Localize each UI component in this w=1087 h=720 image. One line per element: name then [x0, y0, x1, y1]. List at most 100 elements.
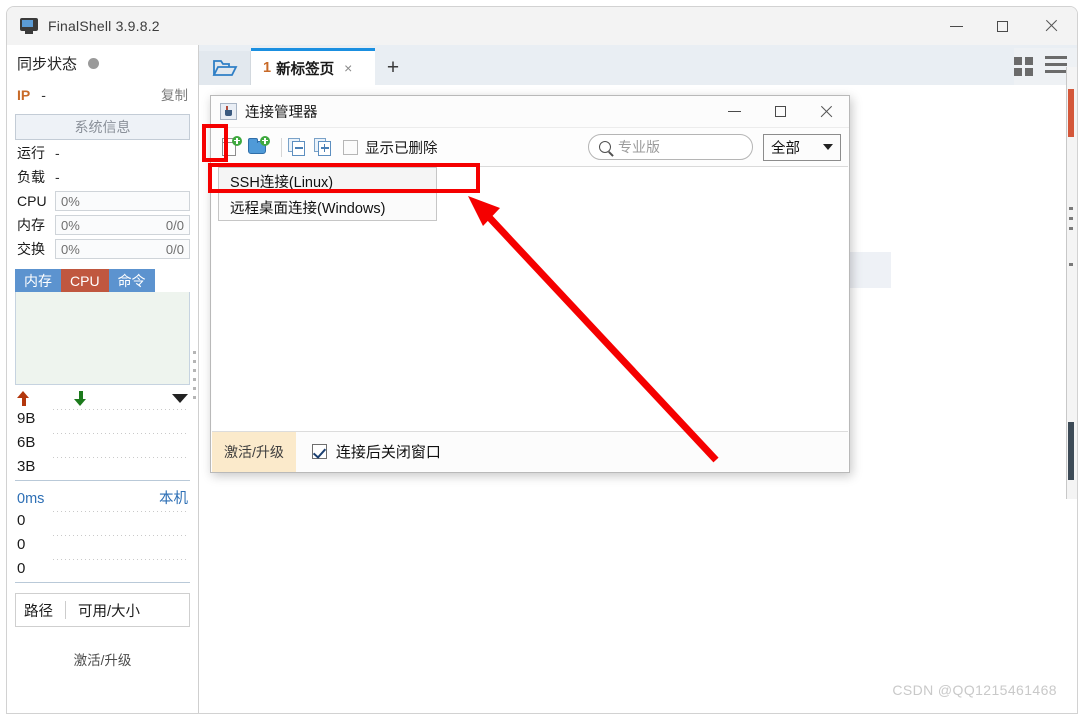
- screenshot-root: FinalShell 3.9.8.2 同步状态 IP - 复制 系统信息 运行 …: [0, 0, 1087, 720]
- load-value: -: [55, 169, 60, 185]
- tab-close-icon[interactable]: ×: [344, 60, 352, 76]
- collapse-all-icon[interactable]: [288, 137, 307, 157]
- new-folder-icon[interactable]: [247, 135, 270, 159]
- maximize-button[interactable]: [979, 7, 1025, 45]
- gridline: [53, 457, 188, 458]
- chevron-down-icon[interactable]: [172, 394, 188, 403]
- left-sidebar: 同步状态 IP - 复制 系统信息 运行 - 负载 - CPU 0% 内存 0%…: [7, 45, 199, 713]
- expand-all-icon[interactable]: [314, 137, 333, 157]
- tab-command[interactable]: 命令: [108, 269, 155, 292]
- stat-row-load: 负载 -: [7, 164, 198, 188]
- hamburger-menu-icon[interactable]: [1045, 56, 1067, 77]
- connection-manager-dialog: 连接管理器 显示已删除 专业版 全部 SSH连接(Linux) 远程桌面连接(W…: [210, 95, 850, 473]
- memory-label: 内存: [17, 217, 45, 233]
- ip-row: IP - 复制: [7, 78, 198, 108]
- close-button[interactable]: [1025, 7, 1077, 45]
- ip-label: IP: [17, 87, 31, 103]
- search-icon: [599, 141, 611, 153]
- dialog-close-button[interactable]: [803, 96, 849, 128]
- latency-header: 0ms 本机: [7, 481, 198, 508]
- uptime-value: -: [55, 145, 60, 161]
- divider: [281, 137, 282, 157]
- process-list[interactable]: [15, 292, 190, 385]
- tab-label: 新标签页: [276, 61, 335, 78]
- new-connection-menu: SSH连接(Linux) 远程桌面连接(Windows): [218, 167, 437, 221]
- memory-total-value: 0/0: [165, 217, 184, 233]
- new-file-icon[interactable]: [219, 135, 242, 159]
- dialog-toolbar: 显示已删除 专业版 全部: [211, 128, 849, 166]
- java-icon: [220, 103, 237, 120]
- connection-list-area[interactable]: SSH连接(Linux) 远程桌面连接(Windows): [212, 166, 848, 431]
- latency-axis-label-2: 0: [17, 535, 26, 553]
- dialog-title: 连接管理器: [245, 105, 318, 121]
- tab-new-page[interactable]: 1 新标签页 ×: [251, 48, 375, 85]
- watermark: CSDN @QQ1215461468: [892, 682, 1057, 698]
- background-window-sliver: [1066, 67, 1077, 499]
- activate-upgrade-button[interactable]: 激活/升级: [212, 431, 296, 472]
- finalshell-main-window: FinalShell 3.9.8.2 同步状态 IP - 复制 系统信息 运行 …: [6, 6, 1078, 714]
- gridline: [53, 511, 188, 512]
- net-axis-label-1: 9B: [17, 409, 36, 427]
- app-titlebar: FinalShell 3.9.8.2: [7, 7, 1077, 45]
- window-controls: [933, 7, 1077, 45]
- cpu-usage-field: 0%: [55, 191, 190, 211]
- copy-ip-button[interactable]: 复制: [161, 84, 188, 104]
- open-folder-icon[interactable]: [199, 51, 251, 85]
- stat-row-cpu: CPU 0%: [7, 188, 198, 212]
- graph-axis-row: 0: [15, 508, 190, 532]
- show-deleted-label: 显示已删除: [365, 140, 438, 157]
- sidebar-resize-handle[interactable]: [192, 345, 197, 435]
- grid-layout-icon[interactable]: [1014, 57, 1033, 76]
- gridline: [53, 535, 188, 536]
- dialog-window-controls: [711, 96, 849, 128]
- graph-axis-row: 0: [15, 556, 190, 580]
- cpu-usage-value: 0%: [61, 193, 80, 209]
- tab-number: 1: [263, 60, 272, 76]
- latency-axis-label-3: 0: [17, 559, 26, 577]
- stat-row-memory: 内存 0% 0/0: [7, 212, 198, 236]
- search-placeholder: 专业版: [618, 139, 660, 155]
- gridline: [53, 559, 188, 560]
- stat-row-uptime: 运行 -: [7, 140, 198, 164]
- load-label: 负载: [17, 169, 45, 185]
- status-dot-icon: [88, 58, 100, 69]
- minimize-button[interactable]: [933, 7, 979, 45]
- arrow-up-icon: [17, 391, 30, 406]
- ip-value: -: [41, 87, 46, 103]
- app-title: FinalShell 3.9.8.2: [48, 18, 160, 34]
- dialog-titlebar: 连接管理器: [211, 96, 849, 128]
- monitor-icon: [20, 18, 38, 34]
- menu-item-ssh-linux[interactable]: SSH连接(Linux): [219, 168, 436, 194]
- process-tabs: 内存 CPU 命令: [15, 269, 190, 292]
- arrow-down-icon: [74, 391, 87, 406]
- cpu-label: CPU: [17, 193, 47, 209]
- search-input[interactable]: 专业版: [588, 134, 753, 160]
- tab-cpu[interactable]: CPU: [61, 269, 109, 292]
- swap-label: 交换: [17, 241, 45, 257]
- system-info-button[interactable]: 系统信息: [15, 114, 190, 140]
- filter-select[interactable]: 全部: [763, 133, 841, 161]
- net-axis-label-3: 3B: [17, 457, 36, 475]
- close-after-connect-checkbox[interactable]: [311, 444, 327, 459]
- close-after-connect-label: 连接后关闭窗口: [335, 444, 441, 461]
- dialog-maximize-button[interactable]: [757, 96, 803, 128]
- chevron-down-icon: [823, 144, 833, 150]
- disk-header: 路径 可用/大小: [15, 593, 190, 627]
- latency-host-label: 本机: [159, 491, 188, 507]
- graph-axis-row: 9B: [15, 406, 190, 430]
- gridline: [53, 433, 188, 434]
- latency-axis-label-1: 0: [17, 511, 26, 529]
- latency-graph: 0 0 0: [15, 508, 190, 583]
- sync-status-row: 同步状态: [7, 45, 198, 78]
- menu-item-rdp-windows[interactable]: 远程桌面连接(Windows): [219, 194, 436, 220]
- swap-total-value: 0/0: [165, 241, 184, 257]
- tab-memory[interactable]: 内存: [15, 269, 61, 292]
- show-deleted-checkbox[interactable]: [343, 139, 358, 155]
- dialog-minimize-button[interactable]: [711, 96, 757, 128]
- add-tab-button[interactable]: +: [375, 51, 411, 85]
- disk-size-label: 可用/大小: [78, 603, 141, 620]
- network-graph-header: [7, 385, 198, 406]
- sync-status-label: 同步状态: [17, 56, 78, 73]
- stat-row-swap: 交换 0% 0/0: [7, 236, 198, 260]
- activate-upgrade-link[interactable]: 激活/升级: [7, 649, 198, 669]
